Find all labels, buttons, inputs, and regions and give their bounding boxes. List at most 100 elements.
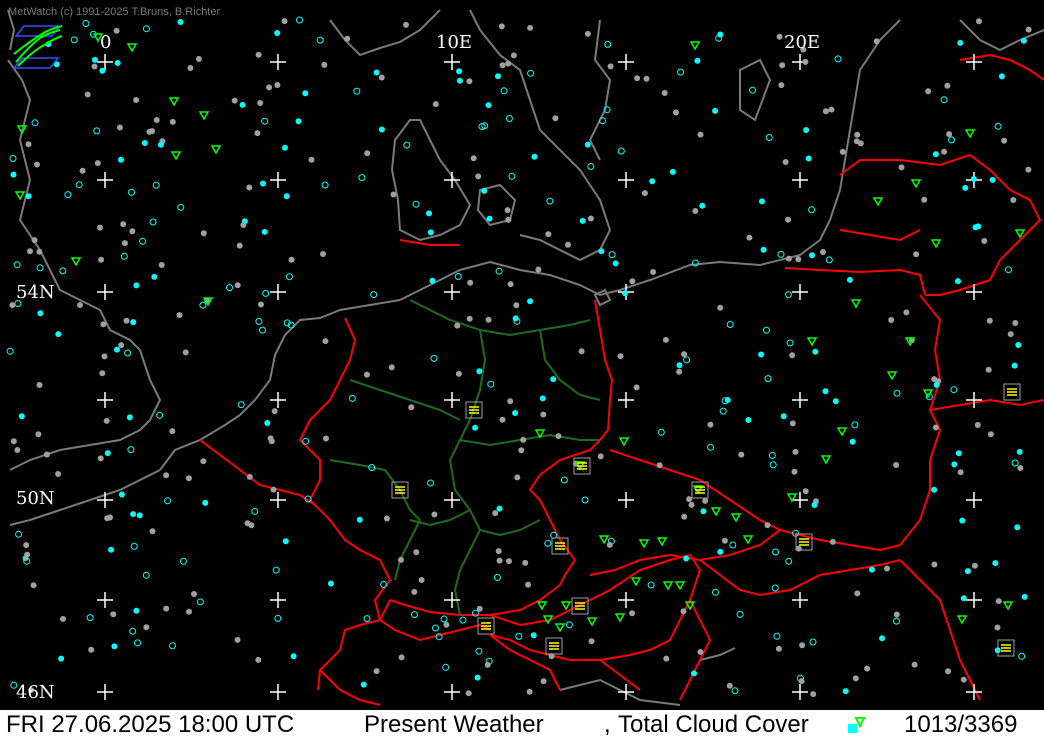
station-circle-icon — [656, 462, 663, 469]
station-circle-icon — [151, 273, 158, 280]
station-circle-icon — [37, 310, 44, 317]
station-circle-icon — [358, 174, 366, 182]
station-circle-icon — [688, 501, 695, 508]
fog-lines — [695, 486, 705, 494]
station-circle-icon — [177, 19, 184, 25]
station-circle-icon — [584, 141, 591, 148]
station-circle-icon — [364, 371, 370, 378]
station-circle-icon — [852, 675, 859, 682]
station-circle-icon — [133, 607, 140, 614]
station-circle-icon — [584, 30, 591, 37]
station-circle-icon — [177, 203, 185, 211]
station-circle-icon — [200, 458, 207, 465]
station-circle-icon — [344, 35, 351, 42]
grid-cross — [792, 172, 808, 188]
metwatch-logo-icon[interactable] — [12, 22, 64, 72]
station-circle-icon — [108, 546, 115, 553]
station-circle-icon — [738, 451, 745, 458]
station-circle-icon — [272, 566, 280, 574]
station-circle-icon — [255, 51, 262, 58]
state-borders — [329, 299, 601, 616]
station-circle-icon — [274, 30, 281, 36]
station-circle-icon — [116, 124, 123, 131]
station-circle-icon — [282, 538, 289, 545]
station-circle-icon — [520, 436, 527, 443]
state-border-6 — [329, 459, 421, 521]
station-circle-icon — [99, 370, 106, 377]
separator-label: , — [604, 711, 611, 738]
station-circle-icon — [412, 200, 420, 208]
station-circle-icon — [842, 688, 849, 695]
station-circle-icon — [622, 290, 628, 297]
grid-cross — [618, 54, 634, 70]
station-circle-icon — [825, 256, 833, 264]
station-circle-icon — [893, 617, 900, 625]
station-circle-icon — [408, 404, 415, 411]
station-circle-icon — [986, 317, 993, 324]
station-circle-icon — [285, 273, 293, 281]
grid-cross — [270, 492, 286, 508]
station-circle-icon — [239, 101, 246, 108]
station-circle-icon — [262, 289, 270, 297]
station-circle-icon — [1005, 266, 1012, 274]
station-circle-icon — [130, 542, 138, 550]
station-circle-icon — [114, 346, 120, 353]
precipitation-symbol-icon — [1002, 601, 1014, 611]
station-circle-icon — [388, 364, 395, 371]
station-circle-icon — [951, 461, 958, 468]
weather-map[interactable] — [0, 0, 1044, 708]
precipitation-symbol-icon — [614, 613, 626, 623]
station-circle-icon — [522, 559, 529, 566]
station-circle-icon — [100, 321, 107, 328]
stations-layer — [6, 16, 1032, 698]
border-poland-south — [779, 398, 1044, 552]
station-circle-icon — [699, 202, 706, 209]
station-circle-icon — [945, 668, 952, 675]
station-circle-icon — [504, 207, 511, 214]
station-circle-icon — [413, 549, 420, 556]
station-circle-icon — [264, 420, 271, 426]
station-circle-icon — [932, 151, 939, 158]
station-circle-icon — [82, 20, 90, 27]
grid-cross — [97, 54, 113, 70]
station-circle-icon — [795, 256, 802, 263]
precipitation-symbol-icon — [956, 615, 968, 625]
station-circle-icon — [246, 184, 253, 191]
station-circle-icon — [809, 638, 817, 646]
norway-coastline — [329, 9, 441, 57]
station-circle-icon — [364, 150, 371, 157]
station-circle-icon — [729, 541, 737, 549]
station-circle-icon — [411, 611, 418, 619]
gotland-coastline — [739, 58, 772, 122]
station-circle-icon — [255, 317, 263, 325]
station-circle-icon — [195, 56, 202, 62]
station-circle-icon — [36, 248, 43, 255]
station-circle-icon — [234, 636, 241, 643]
station-circle-icon — [809, 252, 815, 259]
station-circle-icon — [495, 548, 502, 555]
border-hungary — [679, 599, 712, 701]
station-circle-icon — [707, 421, 714, 428]
station-circle-icon — [578, 348, 585, 355]
station-circle-icon — [427, 479, 434, 487]
station-circle-icon — [560, 476, 568, 484]
station-circle-icon — [164, 497, 171, 505]
station-circle-icon — [378, 74, 385, 81]
station-circle-icon — [454, 322, 461, 329]
station-circle-icon — [25, 141, 32, 148]
station-circle-icon — [456, 77, 463, 84]
grid-cross — [792, 684, 808, 700]
station-circle-icon — [974, 422, 981, 428]
station-circle-icon — [994, 624, 1001, 631]
parameter-label: Present Weather — [364, 711, 544, 738]
grid-cross — [444, 54, 460, 70]
station-circle-icon — [1010, 197, 1017, 203]
station-circle-icon — [552, 115, 559, 122]
station-circle-icon — [141, 140, 148, 146]
station-circle-icon — [18, 413, 25, 420]
station-circle-icon — [466, 78, 473, 85]
precipitation-symbol-icon — [836, 427, 848, 437]
station-circle-icon — [316, 36, 324, 44]
station-circle-icon — [321, 181, 329, 189]
station-circle-icon — [931, 486, 938, 493]
